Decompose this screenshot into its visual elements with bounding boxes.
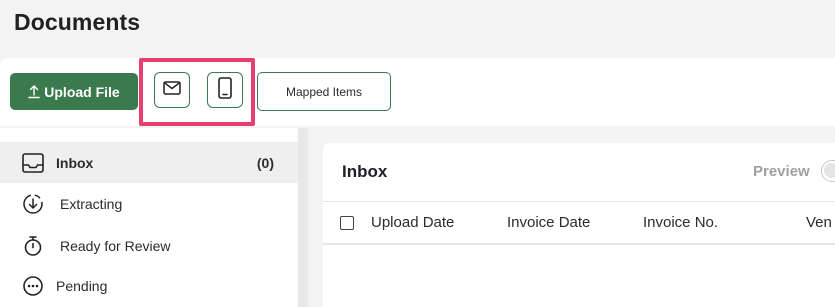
download-circle-icon: [22, 193, 44, 215]
column-upload-date[interactable]: Upload Date: [371, 214, 454, 231]
sidebar-item-label: Inbox: [56, 154, 94, 171]
email-upload-button[interactable]: [154, 72, 190, 108]
stopwatch-icon: [22, 235, 44, 257]
upload-file-button[interactable]: Upload File: [10, 73, 138, 110]
preview-toggle[interactable]: [821, 160, 835, 182]
sidebar-item-label: Pending: [56, 277, 108, 294]
panel-title: Inbox: [342, 162, 388, 181]
sidebar-item-ready-for-review[interactable]: Ready for Review: [0, 225, 298, 266]
table-header: Upload Date Invoice Date Invoice No. Ven: [323, 201, 835, 245]
page-title: Documents: [14, 9, 141, 35]
mail-icon: [163, 80, 181, 100]
sidebar-item-label: Ready for Review: [60, 237, 171, 254]
preview-label: Preview: [753, 163, 810, 180]
inbox-icon: [22, 152, 44, 174]
upload-file-label: Upload File: [44, 83, 120, 100]
mobile-upload-button[interactable]: [207, 72, 243, 108]
column-vendor[interactable]: Ven: [806, 214, 832, 231]
toolbar: Upload File Mapped Items: [0, 58, 835, 126]
smartphone-icon: [218, 76, 232, 104]
sidebar-item-pending[interactable]: Pending: [0, 265, 298, 306]
column-invoice-date[interactable]: Invoice Date: [507, 214, 590, 231]
sidebar-item-label: Extracting: [60, 195, 123, 212]
sidebar-item-inbox[interactable]: Inbox (0): [0, 142, 298, 183]
sidebar: Inbox (0) Extracting Ready for Review Pe…: [0, 128, 298, 307]
upload-icon: [28, 84, 40, 99]
inbox-panel: Inbox Preview Upload Date Invoice Date I…: [323, 143, 835, 307]
more-circle-icon: [22, 275, 44, 297]
sidebar-divider[interactable]: [298, 128, 308, 307]
column-invoice-no[interactable]: Invoice No.: [643, 214, 718, 231]
select-all-checkbox[interactable]: [340, 216, 354, 230]
inbox-count: (0): [256, 154, 274, 171]
sidebar-item-extracting[interactable]: Extracting: [0, 183, 298, 224]
mapped-items-button[interactable]: Mapped Items: [257, 72, 391, 111]
